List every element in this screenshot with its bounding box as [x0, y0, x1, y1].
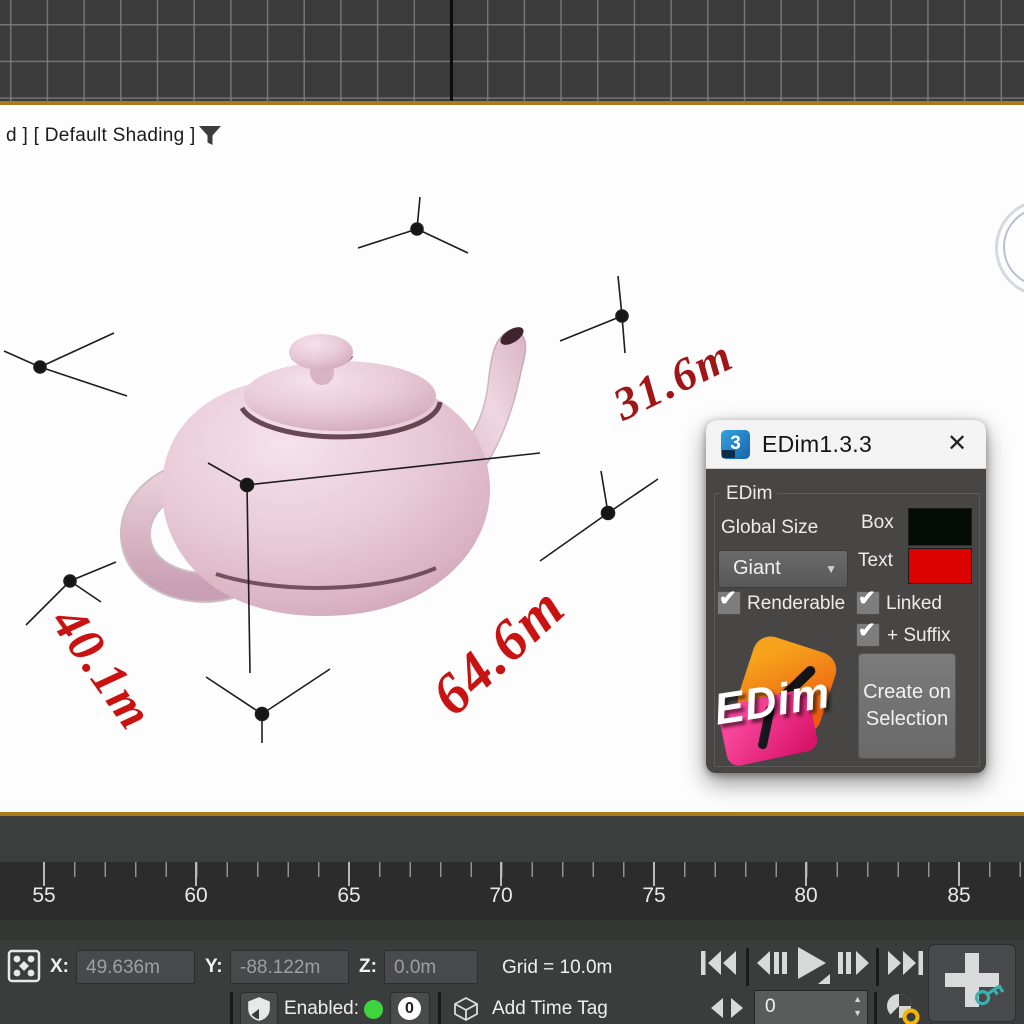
previous-frame-button[interactable]: [756, 950, 790, 976]
time-ruler[interactable]: 55 60 65 70 75 80 85: [0, 862, 1024, 921]
point-helper[interactable]: [540, 471, 658, 561]
alert-count-button[interactable]: 0: [390, 992, 430, 1024]
3dsmax-app-icon: 3: [721, 430, 750, 459]
add-time-tag-button[interactable]: Add Time Tag: [492, 998, 608, 1020]
scene-security-button[interactable]: [240, 992, 278, 1024]
ruler-major-tick: [195, 862, 197, 886]
enabled-status-dot: [364, 1000, 383, 1019]
box-color-label: Box: [861, 512, 894, 534]
alert-count-badge: 0: [398, 997, 421, 1020]
linked-label: Linked: [886, 593, 942, 615]
check-icon: ✔: [858, 586, 876, 611]
ruler-label: 60: [174, 884, 218, 908]
x-coordinate-label: X:: [50, 956, 69, 978]
key-icon: [973, 985, 1009, 1019]
ruler-minor-ticks: [0, 862, 1024, 877]
ruler-label: 65: [327, 884, 371, 908]
box-color-swatch[interactable]: [908, 508, 972, 546]
separator: [746, 948, 749, 986]
ruler-label: 85: [937, 884, 981, 908]
edim-dialog: 3 EDim1.3.3 ✕ EDim Global Size Box Text …: [706, 420, 986, 773]
check-icon: ✔: [719, 586, 737, 611]
suffix-checkbox[interactable]: ✔: [856, 623, 880, 647]
add-key-button[interactable]: [928, 944, 1016, 1022]
go-to-end-button[interactable]: [886, 950, 924, 976]
linked-checkbox[interactable]: ✔: [856, 591, 880, 615]
ruler-major-tick: [653, 862, 655, 886]
renderable-label: Renderable: [747, 593, 845, 615]
y-coordinate-input[interactable]: -88.122m: [230, 950, 349, 984]
play-flyout-corner-icon: [818, 974, 830, 984]
track-bar[interactable]: [0, 816, 1024, 863]
selection-lock-icon[interactable]: [6, 948, 42, 984]
check-icon: ✔: [858, 618, 876, 643]
frame-number-value: 0: [765, 996, 776, 1018]
separator: [438, 992, 441, 1024]
enabled-label: Enabled:: [284, 998, 359, 1020]
separator: [874, 992, 877, 1024]
separator: [230, 992, 233, 1024]
ruler-label: 75: [632, 884, 676, 908]
close-icon[interactable]: ✕: [940, 428, 974, 460]
point-helper[interactable]: [206, 669, 330, 743]
ruler-major-tick: [500, 862, 502, 886]
dropdown-value: Giant: [733, 557, 781, 580]
edim-logo-text: EDim: [711, 664, 857, 735]
y-coordinate-label: Y:: [205, 956, 223, 978]
ruler-label: 55: [22, 884, 66, 908]
spinner-arrows-icon[interactable]: ▲▼: [853, 992, 862, 1020]
chevron-down-icon: ▼: [825, 562, 837, 576]
x-coordinate-input[interactable]: 49.636m: [76, 950, 195, 984]
time-configuration-icon[interactable]: [884, 992, 922, 1024]
ruler-major-tick: [958, 862, 960, 886]
ruler-label: 80: [784, 884, 828, 908]
dialog-title: EDim1.3.3: [762, 431, 872, 458]
point-helper[interactable]: [4, 333, 127, 396]
cube-icon: [452, 996, 480, 1022]
suffix-label: + Suffix: [887, 625, 951, 647]
3dsmax-window: d ] [ Default Shading ]: [0, 0, 1024, 1024]
grid-axis-line: [450, 0, 453, 101]
global-size-dropdown[interactable]: Giant ▼: [718, 550, 848, 588]
go-to-start-button[interactable]: [700, 950, 738, 976]
frame-number-spinner[interactable]: 0 ▲▼: [754, 990, 868, 1024]
grid-size-label: Grid = 10.0m: [502, 957, 612, 979]
shield-icon: [247, 997, 271, 1021]
point-helper[interactable]: [358, 197, 468, 253]
key-mode-toggle-icon[interactable]: [710, 998, 744, 1018]
ruler-label: 70: [479, 884, 523, 908]
perspective-viewport[interactable]: d ] [ Default Shading ]: [0, 105, 1024, 812]
next-frame-button[interactable]: [836, 950, 870, 976]
ruler-major-tick: [43, 862, 45, 886]
renderable-checkbox[interactable]: ✔: [717, 591, 741, 615]
separator: [876, 948, 879, 986]
text-color-swatch[interactable]: [908, 548, 972, 584]
edim-logo: EDim: [712, 637, 854, 767]
ruler-major-tick: [805, 862, 807, 886]
text-color-label: Text: [858, 550, 893, 572]
global-size-label: Global Size: [721, 517, 818, 539]
top-grid-viewport[interactable]: [0, 0, 1024, 101]
create-on-selection-button[interactable]: Create on Selection: [858, 653, 956, 759]
status-bar: X: 49.636m Y: -88.122m Z: 0.0m Grid = 10…: [0, 940, 1024, 1024]
z-coordinate-label: Z:: [359, 956, 377, 978]
point-helper[interactable]: [560, 276, 628, 353]
z-coordinate-input[interactable]: 0.0m: [384, 950, 478, 984]
ruler-lower-strip: [0, 920, 1024, 940]
groupbox-label: EDim: [721, 483, 777, 505]
ruler-major-tick: [348, 862, 350, 886]
